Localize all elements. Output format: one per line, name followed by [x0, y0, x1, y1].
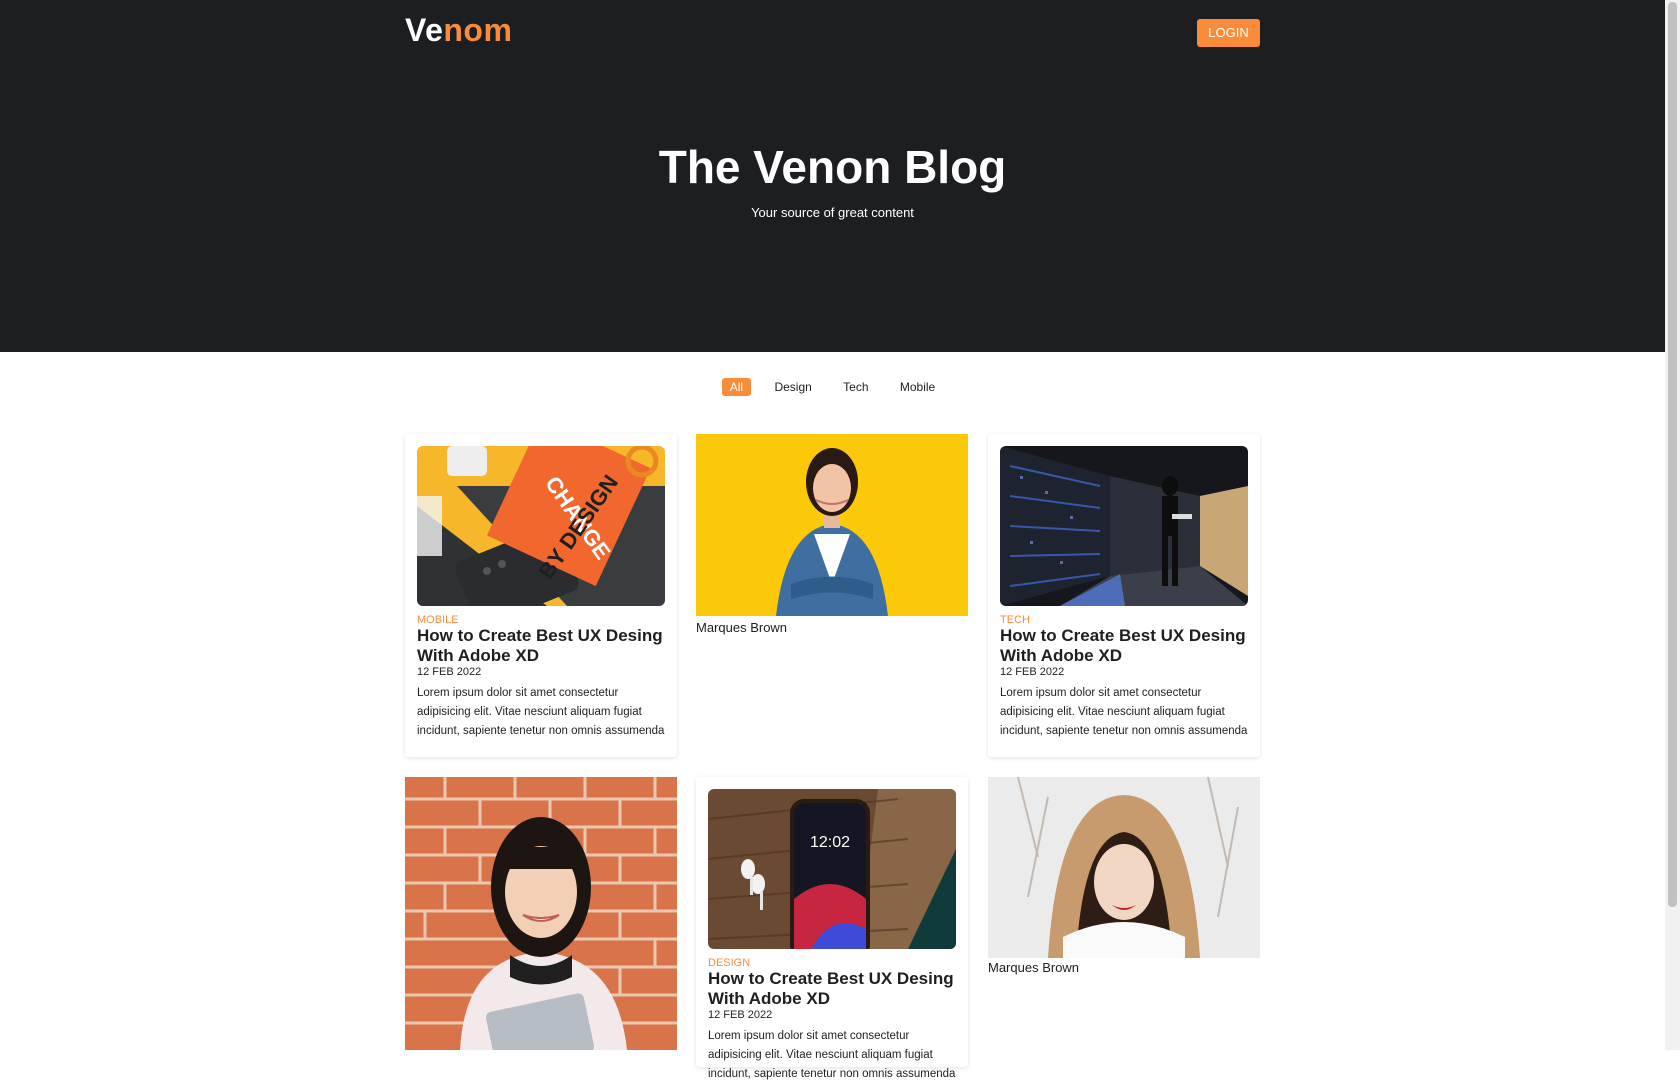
hero-title: The Venon Blog — [658, 141, 1007, 193]
post-date: 12 FEB 2022 — [1000, 666, 1065, 678]
profile-name[interactable]: Marques Brown — [988, 960, 1079, 975]
excerpt-line: Lorem ipsum dolor sit amet consectetur — [1000, 687, 1202, 699]
profile-photo[interactable] — [405, 777, 677, 1050]
post-excerpt: Lorem ipsum dolor sit amet consectetur a… — [1000, 684, 1248, 741]
post-date: 12 FEB 2022 — [708, 1009, 773, 1021]
excerpt-line: incidunt, sapiente tenetur non omnis ass… — [708, 1068, 956, 1080]
profile-card[interactable] — [405, 777, 677, 1050]
hero-section: Venom LOGIN The Venon Blog Your source o… — [0, 0, 1665, 352]
excerpt-line: adipisicing elit. Vitae nesciunt aliquam… — [417, 706, 642, 718]
logo-text-main: Ve — [405, 12, 444, 48]
post-title[interactable]: How to Create Best UX Desing With Adobe … — [1000, 626, 1250, 666]
post-category[interactable]: DESIGN — [708, 957, 750, 969]
post-title[interactable]: How to Create Best UX Desing With Adobe … — [708, 969, 958, 1009]
filter-all[interactable]: All — [721, 378, 752, 396]
profile-photo[interactable] — [988, 777, 1260, 958]
post-thumbnail[interactable]: 12:02 — [708, 789, 956, 949]
filter-tech[interactable]: Tech — [835, 378, 876, 396]
post-thumbnail[interactable]: CHANGE BY DESIGN — [417, 446, 665, 606]
vertical-scrollbar[interactable] — [1665, 0, 1680, 1050]
svg-text:12:02: 12:02 — [810, 834, 850, 851]
excerpt-line: Lorem ipsum dolor sit amet consectetur — [417, 687, 619, 699]
login-button[interactable]: LOGIN — [1197, 19, 1260, 47]
excerpt-line: adipisicing elit. Vitae nesciunt aliquam… — [1000, 706, 1225, 718]
logo[interactable]: Venom — [405, 12, 512, 49]
post-excerpt: Lorem ipsum dolor sit amet consectetur a… — [708, 1027, 956, 1084]
hero-subtitle: Your source of great content — [751, 205, 914, 220]
excerpt-line: adipisicing elit. Vitae nesciunt aliquam… — [708, 1049, 933, 1061]
post-thumbnail[interactable] — [1000, 446, 1248, 606]
excerpt-line: incidunt, sapiente tenetur non omnis ass… — [417, 725, 665, 737]
post-excerpt: Lorem ipsum dolor sit amet consectetur a… — [417, 684, 665, 741]
filter-design[interactable]: Design — [766, 378, 819, 396]
category-filters: All Design Tech Mobile — [0, 378, 1665, 396]
post-date: 12 FEB 2022 — [417, 666, 482, 678]
profile-card[interactable]: Marques Brown — [696, 434, 968, 635]
logo-text-accent: nom — [443, 12, 513, 48]
post-card[interactable]: 12:02 DESIGN How to Create Best UX Desin… — [696, 777, 968, 1080]
profile-photo[interactable] — [696, 434, 968, 616]
filter-mobile[interactable]: Mobile — [892, 378, 943, 396]
profile-card[interactable]: Marques Brown — [988, 777, 1260, 977]
excerpt-line: Lorem ipsum dolor sit amet consectetur — [708, 1030, 910, 1042]
scrollbar-thumb[interactable] — [1668, 2, 1677, 907]
excerpt-line: incidunt, sapiente tenetur non omnis ass… — [1000, 725, 1248, 737]
post-title[interactable]: How to Create Best UX Desing With Adobe … — [417, 626, 667, 666]
post-category[interactable]: MOBILE — [417, 614, 459, 626]
post-category[interactable]: TECH — [1000, 614, 1030, 626]
profile-name[interactable]: Marques Brown — [696, 620, 787, 635]
post-card[interactable]: CHANGE BY DESIGN MOBILE How to Create Be… — [405, 434, 677, 757]
post-card[interactable]: TECH How to Create Best UX Desing With A… — [988, 434, 1260, 757]
